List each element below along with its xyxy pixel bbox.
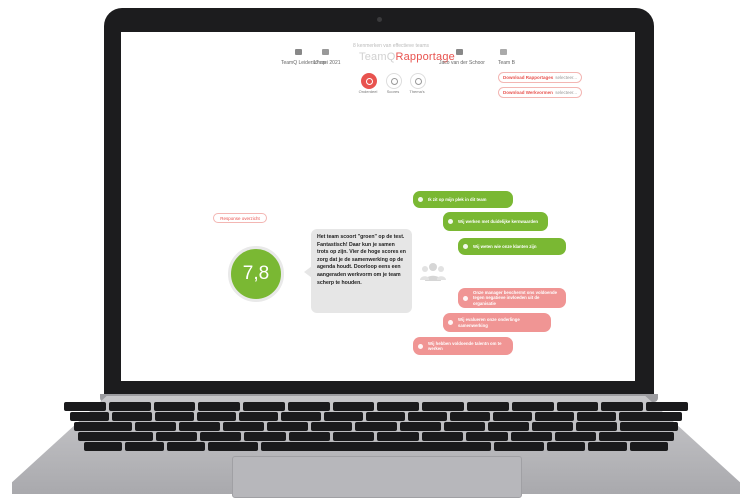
team-score: 7,8: [228, 246, 284, 302]
calendar-icon: [322, 49, 329, 55]
tab-themas[interactable]: [410, 73, 426, 89]
app-screen: TeamQ Leiderschap 17 mei 2021 8 kenmerke…: [121, 32, 635, 381]
positive-statement-2-text: Wij werken met duidelijke kernwaarden: [458, 218, 538, 224]
response-overzicht-button[interactable]: Response overzicht: [213, 213, 267, 223]
negative-statement-3-text: Wij hebben voldoende talentn om te werke…: [428, 340, 502, 351]
refresh-icon: [448, 320, 453, 325]
team-icon: [295, 49, 302, 55]
tab-scores[interactable]: [386, 73, 402, 89]
positive-statement-2: Wij werken met duidelijke kernwaarden: [443, 212, 548, 231]
bar-chart-icon: [390, 77, 398, 85]
webcam: [377, 17, 382, 22]
team-people-icon: [420, 263, 446, 281]
report-date: 17 mei 2021: [313, 60, 341, 66]
heart-icon: [418, 197, 423, 202]
positive-statement-3-text: Wij weten wie onze klanten zijn: [473, 243, 537, 249]
download-werkvormen-label: Download Werkvormen: [503, 90, 553, 95]
clipboard-icon: [414, 77, 422, 85]
hammer-icon: [463, 295, 468, 301]
download-rapportages-placeholder: selecteer...: [555, 75, 577, 80]
negative-statement-3: Wij hebben voldoende talentn om te werke…: [413, 337, 513, 355]
brand-subtitle: 8 kenmerken van effectieve teams: [353, 43, 430, 49]
negative-statement-1-text: Onze manager beschermt ons voldoende teg…: [473, 289, 558, 306]
user-icon: [456, 49, 463, 55]
positive-statement-1: Ik zit op mijn plek in dit team: [413, 191, 513, 208]
keyboard: [64, 402, 688, 454]
download-werkvormen-placeholder: selecteer...: [555, 90, 577, 95]
target-icon: [365, 77, 373, 85]
negative-statement-2: Wij evalueren onze onderlinge samenwerki…: [443, 313, 551, 332]
trackpad: [232, 456, 522, 498]
score-description: Het team scoort "groen" op de test. Fant…: [311, 229, 412, 313]
positive-statement-3: Wij weten wie onze klanten zijn: [458, 238, 566, 255]
brand-prefix: TeamQ: [359, 51, 396, 63]
negative-statement-1: Onze manager beschermt ons voldoende teg…: [458, 288, 566, 308]
person-icon: [463, 244, 468, 249]
positive-statement-1-text: Ik zit op mijn plek in dit team: [428, 196, 487, 202]
tab-onderdeel[interactable]: [361, 73, 377, 89]
tab-label-themas: Thema's: [409, 89, 425, 94]
download-rapportages-select[interactable]: Download Rapportages selecteer...: [498, 72, 582, 83]
heart-icon: [418, 343, 423, 349]
user-name: Jaco van der Schoor: [439, 60, 485, 66]
heart-icon: [448, 219, 453, 224]
download-werkvormen-select[interactable]: Download Werkvormen selecteer...: [498, 87, 582, 98]
download-rapportages-label: Download Rapportages: [503, 75, 554, 80]
negative-statement-2-text: Wij evalueren onze onderlinge samenwerki…: [458, 317, 520, 328]
group-icon: [500, 49, 507, 55]
team-name: Team B: [498, 60, 515, 66]
